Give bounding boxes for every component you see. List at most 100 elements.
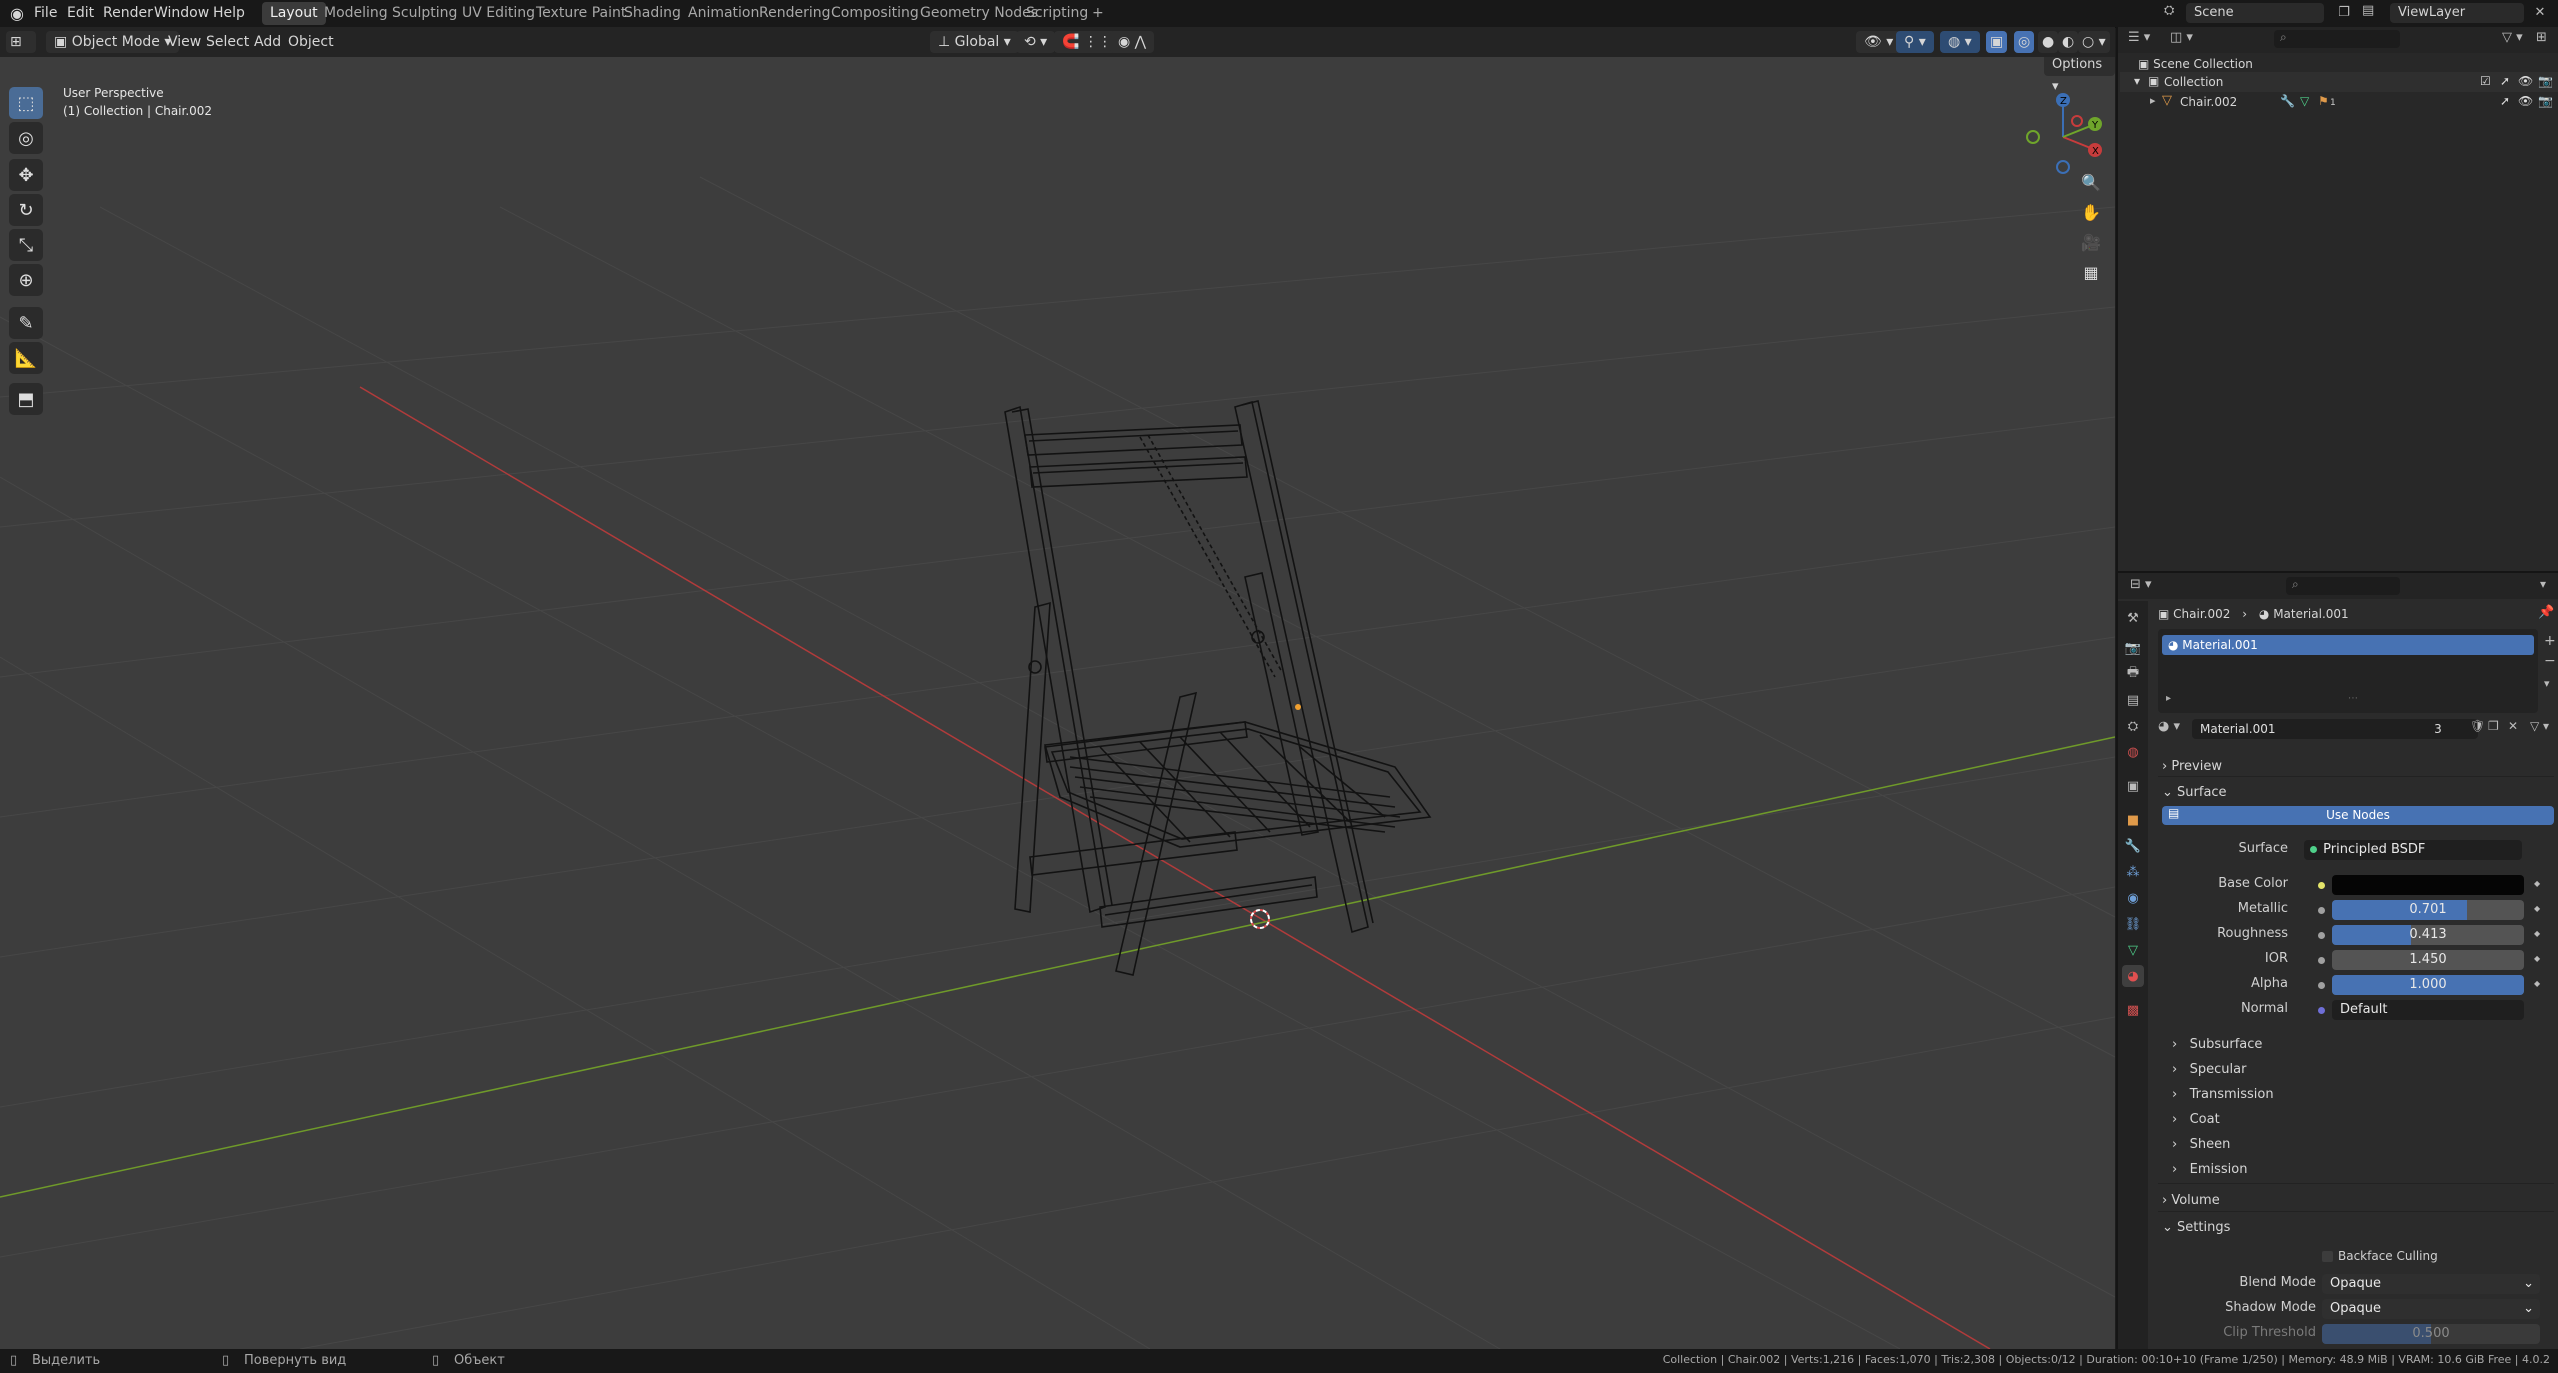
ior-field[interactable]: 1.450 [2332,950,2524,970]
editor-type-icon[interactable]: ⊞ [6,31,36,53]
slot-list-resize-handle[interactable]: ⋯ [2348,693,2358,704]
roughness-slider[interactable]: 0.413 [2332,925,2524,945]
roughness-socket-icon[interactable] [2318,932,2325,939]
fake-user-icon[interactable]: 🛡 [2470,719,2485,733]
view-layer-selector[interactable]: ViewLayer [2390,3,2524,23]
subpanel-transmission[interactable]: › Transmission [2172,1087,2274,1102]
keyframe-dot-icon[interactable]: ◆ [2534,904,2540,913]
subpanel-sheen[interactable]: › Sheen [2172,1137,2230,1152]
solid-shading-icon[interactable]: ● [2038,31,2059,53]
browse-material-icon[interactable]: ◕ ▾ [2158,719,2180,734]
wireframe-shading-icon[interactable]: ◎ [2014,31,2035,53]
material-slot-item[interactable]: ◕ Material.001 [2162,635,2534,655]
collection-tab-icon[interactable]: ▣ [2122,775,2144,797]
ior-socket-icon[interactable] [2318,957,2325,964]
collection-select-icon[interactable]: ➚ [2500,74,2510,88]
mesh-data-icon[interactable]: ▽ [2300,94,2309,108]
blend-mode-dropdown[interactable]: Opaque ⌄ [2322,1274,2540,1294]
scene-icon[interactable]: ⛭ [2164,3,2182,23]
cursor-icon[interactable]: ◎ [9,122,43,154]
filter-icon[interactable]: ▽ ▾ [2502,30,2523,45]
menu-object[interactable]: Object [280,31,342,53]
panel-settings[interactable]: ⌄ Settings [2162,1220,2230,1235]
measure-icon[interactable]: 📐 [9,342,43,374]
modifier-tab-icon[interactable]: 🔧 [2122,835,2144,857]
subpanel-specular[interactable]: › Specular [2172,1062,2246,1077]
unlink-material-icon[interactable]: ✕ [2508,719,2518,733]
transform-orientation-dropdown[interactable]: ⊥ Global ▾ [930,31,1019,53]
material-data-icon[interactable]: ⚑ [2318,94,2329,108]
chair-select-icon[interactable]: ➚ [2500,94,2510,108]
properties-options-icon[interactable]: ▾ [2540,577,2546,591]
add-cube-icon[interactable]: ⬒ [9,383,43,415]
remove-slot-button[interactable]: − [2544,653,2556,669]
menu-edit[interactable]: Edit [61,0,100,27]
tool-tab-icon[interactable]: ⚒ [2122,607,2144,629]
constraints-tab-icon[interactable]: ⛓ [2122,913,2144,935]
rotate-icon[interactable]: ↻ [9,194,43,226]
metallic-slider[interactable]: 0.701 [2332,900,2524,920]
camera-view-icon[interactable]: 🎥 [2076,227,2106,257]
new-collection-icon[interactable]: ⊞ [2536,30,2547,45]
select-box-icon[interactable]: ⬚ [9,87,43,119]
particles-tab-icon[interactable]: ⁂ [2122,861,2144,883]
collection-render-icon[interactable]: 📷 [2538,74,2553,88]
render-tab-icon[interactable]: 📷 [2122,637,2144,659]
backface-culling-checkbox[interactable] [2322,1251,2333,1262]
metallic-socket-icon[interactable] [2318,907,2325,914]
menu-help[interactable]: Help [207,0,251,27]
ortho-grid-icon[interactable]: ▦ [2076,257,2106,287]
keyframe-dot-icon[interactable]: ◆ [2534,929,2540,938]
keyframe-dot-icon[interactable]: ◆ [2534,954,2540,963]
object-tab-icon[interactable]: ■ [2122,809,2144,831]
new-scene-icon[interactable]: ❐ [2330,3,2358,23]
menu-file[interactable]: File [28,0,63,27]
modifier-wrench-icon[interactable]: 🔧 [2280,94,2295,108]
proportional-edit-icon[interactable]: ◉ ⋀ [1110,31,1155,53]
panel-surface[interactable]: ⌄ Surface [2162,785,2227,800]
zoom-icon[interactable]: 🔍 [2076,167,2106,197]
base-color-swatch[interactable] [2332,875,2524,895]
scene-selector[interactable]: Scene [2186,3,2324,23]
blender-logo-icon[interactable]: ◉ [4,0,30,27]
pivot-point-icon[interactable]: ⟲ ▾ [1016,31,1056,53]
keyframe-dot-icon[interactable]: ◆ [2534,879,2540,888]
slot-list-expand-icon[interactable]: ▸ [2166,693,2171,704]
options-dropdown[interactable]: Options ▾ [2044,57,2115,94]
subpanel-subsurface[interactable]: › Subsurface [2172,1037,2262,1052]
add-slot-button[interactable]: + [2544,633,2556,649]
use-nodes-button[interactable]: Use Nodes [2162,806,2554,825]
base-color-socket-icon[interactable] [2318,882,2325,889]
alpha-slider[interactable]: 1.000 [2332,975,2524,995]
3d-viewport[interactable]: User Perspective (1) Collection | Chair.… [0,57,2115,1349]
chair-render-icon[interactable]: 📷 [2538,94,2553,108]
display-mode-icon[interactable]: ◫ ▾ [2170,30,2193,45]
move-icon[interactable]: ✥ [9,159,43,191]
menu-window[interactable]: Window [148,0,215,27]
output-tab-icon[interactable]: 🖶 [2122,663,2144,685]
pan-hand-icon[interactable]: ✋ [2076,197,2106,227]
collection-expand-icon[interactable]: ▾ [2134,74,2140,88]
collection-checkbox-icon[interactable]: ☑ [2480,74,2491,88]
add-workspace-button[interactable]: + [1084,2,1112,25]
clip-threshold-slider[interactable]: 0.500 [2322,1324,2540,1344]
xray-toggle-icon[interactable]: ▣ [1986,31,2008,53]
surface-shader-field[interactable]: Principled BSDF [2304,840,2522,860]
transform-icon[interactable]: ⊕ [9,264,43,296]
properties-editor-icon[interactable]: ⊟ ▾ [2130,577,2152,592]
panel-volume[interactable]: › Volume [2162,1193,2220,1208]
pin-icon[interactable]: 📌 [2538,605,2554,620]
material-preview-icon[interactable]: ◐ [2058,31,2079,53]
remove-view-layer-icon[interactable]: ✕ [2528,3,2552,23]
navigation-gizmo[interactable]: Z X Y [2015,87,2105,177]
duplicate-material-icon[interactable]: ❐ [2488,719,2499,733]
annotate-icon[interactable]: ✎ [9,307,43,339]
physics-tab-icon[interactable]: ◉ [2122,887,2144,909]
tab-shading[interactable]: Shading [616,2,689,25]
keyframe-dot-icon[interactable]: ◆ [2534,979,2540,988]
subpanel-coat[interactable]: › Coat [2172,1112,2220,1127]
normal-socket-icon[interactable] [2318,1007,2325,1014]
normal-field[interactable]: Default [2332,1000,2524,1020]
visibility-filter-icon[interactable]: 👁 ▾ [1856,31,1902,53]
view-layer-tab-icon[interactable]: ▤ [2122,689,2144,711]
